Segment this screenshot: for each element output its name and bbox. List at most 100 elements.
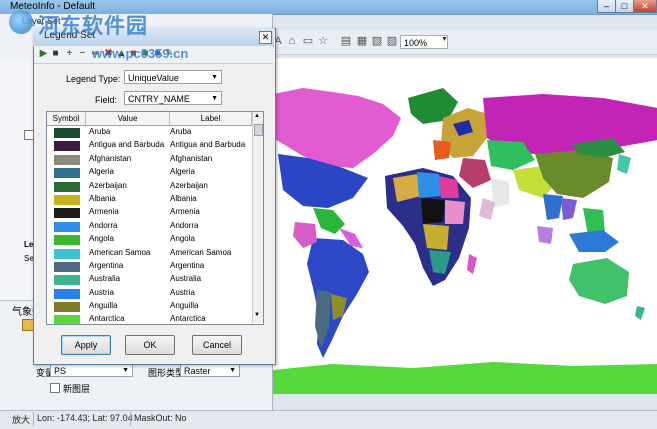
open-legend-icon[interactable]: ▶	[38, 48, 49, 59]
status-divider	[130, 412, 131, 426]
legend-value: Aruba	[89, 127, 111, 136]
legend-label[interactable]: Albania	[170, 194, 197, 203]
save-legend-icon[interactable]: ■	[50, 48, 61, 59]
graph-type-select[interactable]: Raster ▼	[180, 363, 240, 377]
legend-label[interactable]: Angola	[170, 234, 195, 243]
maximize-button[interactable]: □	[615, 0, 634, 13]
close-button[interactable]: ✕	[633, 0, 657, 13]
legend-rows: Aruba Aruba Antigua and Barbuda Antigua and…	[47, 126, 252, 324]
legend-symbol-swatch[interactable]	[54, 208, 80, 219]
legend-value: Afghanistan	[89, 153, 132, 163]
cancel-button[interactable]: Cancel	[192, 335, 242, 355]
legend-value: Angola	[89, 234, 114, 244]
status-coordinates: Lon: -174.43; Lat: 97.04	[37, 413, 133, 423]
ok-button[interactable]: OK	[125, 335, 175, 355]
legend-value: Antarctica	[89, 314, 125, 324]
column-header-symbol[interactable]: Symbol	[47, 112, 86, 125]
apply-button[interactable]: Apply	[61, 335, 111, 355]
legend-symbol-swatch[interactable]	[54, 221, 80, 232]
legend-label[interactable]: Andorra	[170, 221, 198, 230]
legend-scrollbar[interactable]: ▲ ▼	[252, 112, 263, 323]
watermark-text: 河东软件园	[38, 15, 148, 38]
legend-row[interactable]: Armenia Armenia	[47, 206, 252, 219]
star-tool-icon[interactable]: ☆	[317, 35, 329, 47]
legend-row[interactable]: Angola Angola	[47, 233, 252, 246]
layout-icon[interactable]: ▤	[340, 35, 352, 47]
legend-value: Anguilla	[89, 301, 118, 311]
column-header-label[interactable]: Label	[170, 112, 252, 125]
legend-label[interactable]: Afghanistan	[170, 154, 212, 163]
rectangle-tool-icon[interactable]: ▭	[302, 35, 314, 47]
legend-row[interactable]: Azerbaijan Azerbaijan	[47, 180, 252, 193]
legend-table[interactable]: Symbol Value Label Aruba Aruba Antigua and…	[46, 111, 264, 325]
scroll-up-icon[interactable]: ▲	[254, 113, 260, 119]
map-view[interactable]	[272, 58, 657, 394]
legend-label[interactable]: Algeria	[170, 167, 195, 176]
legend-type-label: Legend Type:	[66, 74, 121, 84]
legend-row[interactable]: American Samoa American Samoa	[47, 247, 252, 260]
legend-label[interactable]: American Samoa	[170, 248, 231, 257]
world-map[interactable]	[273, 58, 657, 394]
add-break-icon[interactable]: +	[64, 48, 75, 59]
page-icon[interactable]: ▦	[356, 35, 368, 47]
variable-value: PS	[54, 366, 67, 376]
legend-label[interactable]: Austria	[170, 288, 195, 297]
legend-label[interactable]: Azerbaijan	[170, 181, 208, 190]
legend-row[interactable]: Antarctica Antarctica	[47, 313, 252, 324]
chevron-down-icon: ▼	[122, 367, 129, 374]
legend-row[interactable]: Aruba Aruba	[47, 126, 252, 139]
legend-symbol-swatch[interactable]	[54, 315, 80, 324]
legend-row[interactable]: Albania Albania	[47, 193, 252, 206]
polygon-tool-icon[interactable]: ⌂	[286, 35, 298, 47]
legend-value: Armenia	[89, 207, 119, 217]
legend-symbol-swatch[interactable]	[54, 154, 80, 165]
legend-value: Algeria	[89, 167, 114, 177]
legend-symbol-swatch[interactable]	[54, 275, 80, 286]
legend-symbol-swatch[interactable]	[54, 288, 80, 299]
variable-select[interactable]: PS ▼	[50, 363, 133, 377]
legend-label[interactable]: Argentina	[170, 261, 204, 270]
legend-row[interactable]: Australia Australia	[47, 273, 252, 286]
legend-row[interactable]: Algeria Algeria	[47, 166, 252, 179]
legend-label[interactable]: Australia	[170, 274, 201, 283]
chevron-down-icon[interactable]: ▼	[441, 36, 448, 43]
legend-symbol-swatch[interactable]	[54, 128, 80, 138]
legend-row[interactable]: Afghanistan Afghanistan	[47, 153, 252, 166]
scroll-down-icon[interactable]: ▼	[254, 312, 260, 318]
legend-row[interactable]: Anguilla Anguilla	[47, 300, 252, 313]
status-mode: 放大	[12, 415, 31, 425]
new-layer-checkbox[interactable]	[50, 383, 60, 393]
minimize-button[interactable]: –	[597, 0, 616, 13]
scroll-thumb[interactable]	[254, 124, 263, 136]
legend-symbol-swatch[interactable]	[54, 248, 80, 259]
status-maskout: MaskOut: No	[134, 413, 187, 423]
legend-symbol-swatch[interactable]	[54, 141, 80, 152]
legend-type-select[interactable]: UniqueValue ▼	[124, 70, 222, 84]
zoom-out-page-icon[interactable]: ▨	[386, 35, 398, 47]
legend-value: Australia	[89, 274, 121, 284]
legend-row[interactable]: Argentina Argentina	[47, 260, 252, 273]
legend-value: Austria	[89, 287, 114, 297]
legend-value: Albania	[89, 193, 116, 203]
legend-symbol-swatch[interactable]	[54, 181, 80, 192]
column-header-value[interactable]: Value	[86, 112, 170, 125]
legend-symbol-swatch[interactable]	[54, 302, 80, 313]
legend-label[interactable]: Antigua and Barbuda	[170, 140, 245, 149]
legend-symbol-swatch[interactable]	[54, 235, 80, 246]
chevron-down-icon: ▼	[211, 74, 218, 81]
legend-row[interactable]: Antigua and Barbuda Antigua and Barbuda	[47, 139, 252, 152]
zoom-in-page-icon[interactable]: ▧	[371, 35, 383, 47]
legend-symbol-swatch[interactable]	[54, 261, 80, 272]
legend-dialog-close-button[interactable]: ✕	[259, 31, 272, 44]
legend-label[interactable]: Armenia	[170, 207, 200, 216]
remove-break-icon[interactable]: −	[77, 48, 88, 59]
legend-row[interactable]: Austria Austria	[47, 287, 252, 300]
legend-label[interactable]: Antarctica	[170, 314, 206, 323]
field-label: Field:	[95, 95, 118, 105]
field-select[interactable]: CNTRY_NAME ▼	[124, 91, 222, 105]
legend-label[interactable]: Anguilla	[170, 301, 198, 310]
legend-label[interactable]: Aruba	[170, 127, 191, 136]
legend-symbol-swatch[interactable]	[54, 194, 80, 205]
legend-symbol-swatch[interactable]	[54, 168, 80, 179]
legend-row[interactable]: Andorra Andorra	[47, 220, 252, 233]
